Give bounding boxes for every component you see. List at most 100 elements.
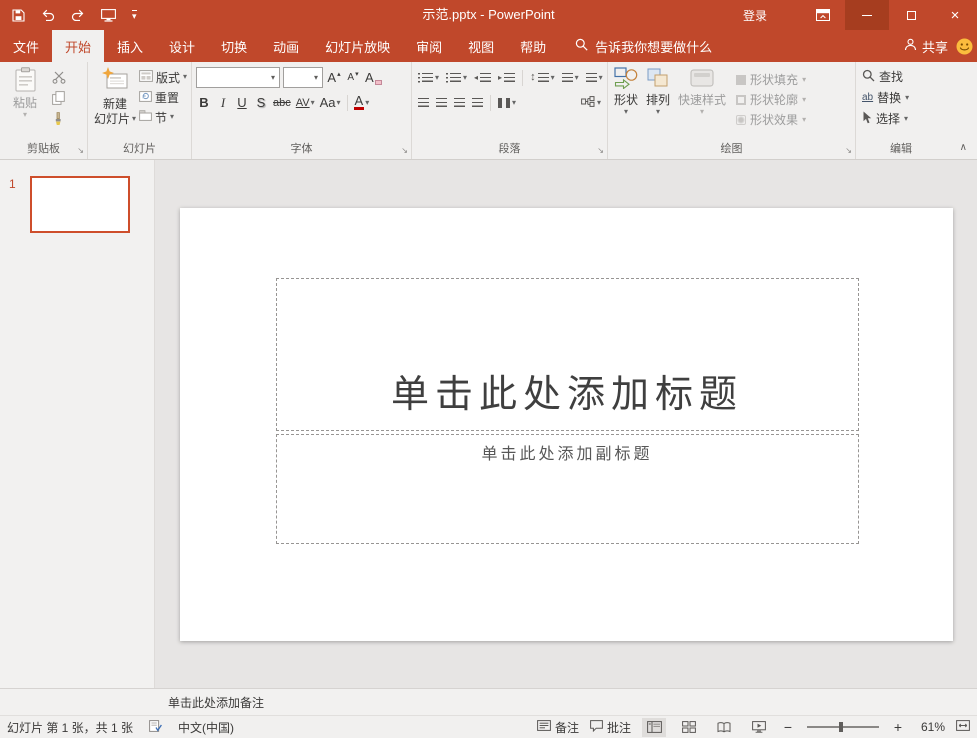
customize-qat-button[interactable]: ▾ bbox=[132, 10, 137, 21]
tab-design[interactable]: 设计 bbox=[156, 30, 208, 62]
shapes-button[interactable]: 形状 ▾ bbox=[611, 65, 641, 141]
text-direction-button[interactable]: ▾ bbox=[560, 68, 581, 88]
paste-button[interactable]: 粘贴 ▾ bbox=[3, 65, 47, 141]
strikethrough-button[interactable]: abc bbox=[272, 93, 292, 113]
tab-slide-show[interactable]: 幻灯片放映 bbox=[312, 30, 403, 62]
shape-fill-button[interactable]: 形状填充▾ bbox=[736, 70, 806, 89]
start-from-beginning-button[interactable] bbox=[101, 9, 116, 22]
ribbon-tab-bar: 文件 开始 插入 设计 切换 动画 幻灯片放映 审阅 视图 帮助 告诉我你想要做… bbox=[0, 30, 977, 62]
chevron-down-icon[interactable]: ▾ bbox=[267, 73, 279, 82]
comments-toggle-button[interactable]: 批注 bbox=[590, 719, 631, 736]
convert-to-smartart-button[interactable]: ▾ bbox=[579, 93, 603, 113]
change-case-button[interactable]: Aa▾ bbox=[319, 93, 342, 113]
font-color-button[interactable]: A▾ bbox=[353, 93, 371, 113]
zoom-out-button[interactable]: − bbox=[782, 720, 794, 734]
maximize-button[interactable] bbox=[889, 0, 933, 30]
italic-button[interactable]: I bbox=[215, 93, 231, 113]
align-right-button[interactable] bbox=[452, 93, 467, 113]
new-slide-button[interactable]: 新建 幻灯片▾ bbox=[91, 65, 139, 141]
tab-animations[interactable]: 动画 bbox=[260, 30, 312, 62]
save-button[interactable] bbox=[12, 9, 25, 22]
align-left-button[interactable] bbox=[416, 93, 431, 113]
collapse-ribbon-button[interactable]: ∧ bbox=[960, 142, 967, 153]
decrease-font-size-button[interactable]: A▾ bbox=[345, 68, 361, 88]
undo-button[interactable] bbox=[41, 9, 55, 21]
replace-button[interactable]: ab替换▾ bbox=[862, 88, 940, 107]
zoom-percentage[interactable]: 61% bbox=[915, 720, 945, 734]
layout-button[interactable]: 版式▾ bbox=[139, 68, 187, 86]
align-text-icon bbox=[586, 73, 597, 83]
language-button[interactable]: 中文(中国) bbox=[178, 719, 234, 736]
select-button[interactable]: 选择▾ bbox=[862, 109, 940, 128]
title-placeholder[interactable]: 单击此处添加标题 bbox=[276, 278, 859, 431]
minimize-button[interactable] bbox=[845, 0, 889, 30]
zoom-slider[interactable] bbox=[807, 726, 879, 728]
ribbon: 粘贴 ▾ 剪贴板 ↘ 新建 幻灯片▾ bbox=[0, 62, 977, 160]
clear-formatting-button[interactable]: A bbox=[364, 68, 383, 88]
decrease-indent-button[interactable]: ◂ bbox=[472, 68, 493, 88]
line-spacing-button[interactable]: ↕▾ bbox=[528, 68, 557, 88]
bullets-button[interactable]: ▾ bbox=[416, 68, 441, 88]
normal-view-button[interactable] bbox=[642, 718, 666, 737]
slide-sorter-view-button[interactable] bbox=[677, 718, 701, 737]
tab-home[interactable]: 开始 bbox=[52, 30, 104, 62]
copy-button[interactable] bbox=[52, 90, 74, 106]
share-button[interactable]: 共享 bbox=[896, 30, 956, 62]
slideshow-view-button[interactable] bbox=[747, 718, 771, 737]
zoom-slider-thumb[interactable] bbox=[839, 722, 843, 732]
clipboard-dialog-launcher[interactable]: ↘ bbox=[77, 147, 84, 155]
font-size-combobox[interactable]: ▾ bbox=[283, 67, 323, 88]
tab-help[interactable]: 帮助 bbox=[507, 30, 559, 62]
quick-styles-button[interactable]: 快速样式 ▾ bbox=[675, 65, 729, 141]
format-painter-button[interactable] bbox=[52, 111, 74, 127]
increase-font-size-button[interactable]: A▴ bbox=[326, 68, 342, 88]
numbering-button[interactable]: ▾ bbox=[444, 68, 469, 88]
reset-button[interactable]: 重置 bbox=[139, 88, 187, 106]
paragraph-dialog-launcher[interactable]: ↘ bbox=[597, 147, 604, 155]
zoom-in-button[interactable]: + bbox=[892, 720, 904, 734]
section-button[interactable]: 节▾ bbox=[139, 108, 187, 126]
tab-view[interactable]: 视图 bbox=[455, 30, 507, 62]
font-name-combobox[interactable]: ▾ bbox=[196, 67, 280, 88]
redo-button[interactable] bbox=[71, 9, 85, 21]
increase-indent-button[interactable]: ▸ bbox=[496, 68, 517, 88]
chevron-down-icon[interactable]: ▾ bbox=[310, 73, 322, 82]
ribbon-display-options-button[interactable] bbox=[801, 0, 845, 30]
feedback-smiley-button[interactable] bbox=[956, 30, 977, 62]
fit-slide-to-window-button[interactable] bbox=[956, 720, 970, 734]
underline-button[interactable]: U bbox=[234, 93, 250, 113]
bold-button[interactable]: B bbox=[196, 93, 212, 113]
tab-file[interactable]: 文件 bbox=[0, 30, 52, 62]
notes-pane[interactable]: 单击此处添加备注 bbox=[0, 688, 977, 715]
character-spacing-button[interactable]: AV▾ bbox=[295, 93, 316, 113]
sign-in-button[interactable]: 登录 bbox=[743, 7, 767, 24]
tab-review[interactable]: 审阅 bbox=[403, 30, 455, 62]
outdent-arrow-icon: ◂ bbox=[474, 74, 478, 82]
indent-icon bbox=[504, 73, 515, 83]
shape-outline-icon bbox=[736, 95, 746, 105]
close-button[interactable]: × bbox=[933, 0, 977, 30]
justify-button[interactable] bbox=[470, 93, 485, 113]
tab-transitions[interactable]: 切换 bbox=[208, 30, 260, 62]
normal-view-icon bbox=[647, 721, 662, 733]
reading-view-button[interactable] bbox=[712, 718, 736, 737]
font-dialog-launcher[interactable]: ↘ bbox=[401, 147, 408, 155]
cut-button[interactable] bbox=[52, 69, 74, 85]
tell-me-search[interactable]: 告诉我你想要做什么 bbox=[575, 30, 712, 62]
shape-effects-button[interactable]: 形状效果▾ bbox=[736, 110, 806, 129]
spell-check-button[interactable] bbox=[149, 720, 162, 735]
outdent-icon bbox=[480, 73, 491, 83]
notes-toggle-button[interactable]: 备注 bbox=[537, 719, 579, 736]
subtitle-placeholder[interactable]: 单击此处添加副标题 bbox=[276, 434, 859, 544]
arrange-button[interactable]: 排列 ▾ bbox=[643, 65, 673, 141]
chevron-down-icon: ▾ bbox=[802, 76, 806, 84]
find-button[interactable]: 查找 bbox=[862, 67, 940, 86]
align-center-button[interactable] bbox=[434, 93, 449, 113]
align-text-button[interactable]: ▾ bbox=[584, 68, 605, 88]
columns-button[interactable]: ▾ bbox=[496, 93, 518, 113]
tab-insert[interactable]: 插入 bbox=[104, 30, 156, 62]
slide-thumbnail-1[interactable] bbox=[30, 176, 130, 233]
shape-outline-button[interactable]: 形状轮廓▾ bbox=[736, 90, 806, 109]
text-shadow-button[interactable]: S bbox=[253, 93, 269, 113]
drawing-dialog-launcher[interactable]: ↘ bbox=[845, 147, 852, 155]
